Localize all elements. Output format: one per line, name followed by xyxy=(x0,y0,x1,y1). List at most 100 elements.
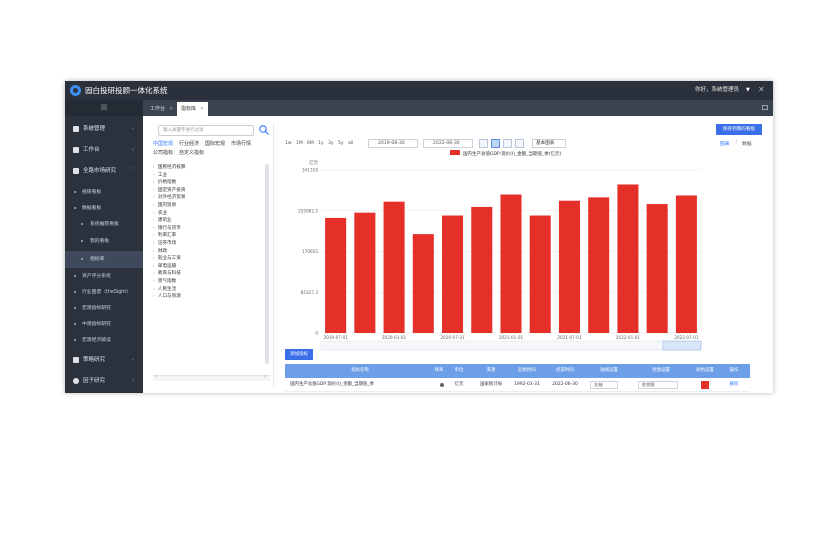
chevron-right-icon: › xyxy=(153,165,155,170)
sidebar-item-market-research[interactable]: 全路市场研究 ˇ xyxy=(65,161,143,181)
tree-node[interactable]: › 农业 xyxy=(153,210,167,217)
range-1w[interactable]: 1w xyxy=(285,141,292,146)
sidebar-item-system[interactable]: 系统管理 ‹ xyxy=(65,119,143,139)
tree-node[interactable]: › 对外经济贸易 xyxy=(153,194,185,201)
sidebar-sub-recommended-board[interactable]: 系统推荐看板 xyxy=(65,216,143,233)
chart-type-select[interactable]: 基本图表 xyxy=(532,139,566,148)
sidebar-sub-label: 宏观指标研究 xyxy=(82,306,111,311)
bullet-icon xyxy=(81,258,83,260)
tree-node[interactable]: › 证券市场 xyxy=(153,240,176,247)
tree-node[interactable]: › 国民经济核算 xyxy=(153,164,185,171)
line-chart-tool-icon[interactable] xyxy=(479,139,488,148)
date-from-input[interactable]: 2019-08-30 xyxy=(368,139,418,148)
tab-industry-economy[interactable]: 行业经济 xyxy=(179,140,199,149)
chevron-right-icon: › xyxy=(153,210,155,216)
sidebar-sub-asset-scoring[interactable]: 资产评分系统 xyxy=(65,268,143,285)
tab-indicator-library[interactable]: 指标库 × xyxy=(177,102,209,116)
tab-workbench[interactable]: 工作台 × xyxy=(150,102,173,116)
window-options-icon[interactable] xyxy=(762,105,768,110)
sidebar-sub-macro-indicator[interactable]: 宏观指标研究 xyxy=(65,300,143,317)
tab-close-icon[interactable]: × xyxy=(169,106,173,112)
date-to-input[interactable]: 2022-06-30 xyxy=(423,139,473,148)
range-5y[interactable]: 5y xyxy=(338,141,344,146)
title-bar: 固白投研投顾一体化系统 你好，系统管理员 ▼ ✕ xyxy=(65,81,773,100)
tab-international-macro[interactable]: 国际宏观 xyxy=(205,140,225,149)
view-data-link[interactable]: 数据 xyxy=(742,140,752,147)
tree-node[interactable]: › 价格指数 xyxy=(153,179,176,186)
sidebar: ||| 系统管理 ‹ 工作台 ‹ 全路市场研究 ˇ 投研看板 数据看板 系统推荐… xyxy=(65,100,143,393)
sidebar-sub-research-board[interactable]: 投研看板 xyxy=(65,184,143,201)
bar-chart-tool-icon[interactable] xyxy=(491,139,500,148)
tab-market-quotes[interactable]: 市场行情 xyxy=(231,140,251,149)
tree-node[interactable]: › 固定资产投资 xyxy=(153,187,185,194)
sidebar-item-workbench[interactable]: 工作台 ‹ xyxy=(65,140,143,160)
range-1m[interactable]: 1M xyxy=(296,141,303,146)
bar xyxy=(529,215,551,333)
tab-close-icon[interactable]: × xyxy=(200,106,204,112)
tree-node[interactable]: › 利率汇率 xyxy=(153,232,176,239)
user-greeting[interactable]: 你好，系统管理员 xyxy=(695,86,739,95)
th-axis: 轴线设置 xyxy=(600,368,618,373)
tree-node[interactable]: › 财政 xyxy=(153,248,167,255)
x-tick-label: 2022-01-01 xyxy=(616,335,641,340)
chevron-left-icon: ‹ xyxy=(132,357,134,363)
tree-node-label: 工业 xyxy=(157,172,168,178)
tree-scrollbar[interactable] xyxy=(265,164,269,364)
scroll-right-icon[interactable]: › xyxy=(264,374,266,380)
sidebar-sub-macro-interpretation[interactable]: 宏观经济解读 xyxy=(65,332,143,349)
tree-node[interactable]: › 教育与科技 xyxy=(153,270,181,277)
close-icon[interactable]: ✕ xyxy=(758,85,765,95)
indicator-tree-panel: 输入关键字进行过滤 中国宏观 行业经济 国际宏观 市场行情 公司指标 自定义指标… xyxy=(149,122,274,387)
chevron-right-icon: › xyxy=(153,195,155,201)
range-3y[interactable]: 3y xyxy=(328,141,334,146)
tree-node[interactable]: › 银行与货币 xyxy=(153,225,181,232)
bar xyxy=(558,200,580,333)
range-6m[interactable]: 6M xyxy=(307,141,314,146)
draw-type-select[interactable]: 柱状图 xyxy=(638,381,678,389)
tree-node[interactable]: › 景气指数 xyxy=(153,278,176,285)
axis-select[interactable]: 左轴 xyxy=(590,381,618,389)
tree-node[interactable]: › 工业 xyxy=(153,172,167,179)
color-picker[interactable] xyxy=(701,381,709,389)
th-draw: 绘图设置 xyxy=(652,368,670,373)
range-all[interactable]: all xyxy=(348,141,353,146)
tree-node[interactable]: › 就业与工资 xyxy=(153,255,181,262)
tab-china-macro[interactable]: 中国宏观 xyxy=(153,140,173,149)
bar xyxy=(442,215,464,333)
save-to-board-button[interactable]: 保存到我的看板 xyxy=(716,124,762,135)
tree-node[interactable]: › 人民生活 xyxy=(153,286,176,293)
tree-node[interactable]: › 建筑业 xyxy=(153,217,172,224)
chevron-left-icon: ‹ xyxy=(132,126,134,132)
legend-swatch xyxy=(450,150,460,155)
x-tick-label: 2021-07-01 xyxy=(557,335,582,340)
delete-link[interactable]: 删除 xyxy=(721,378,747,392)
search-icon[interactable] xyxy=(258,124,270,136)
th-unit: 单位 xyxy=(454,368,464,373)
sidebar-sub-my-board[interactable]: 我的看板 xyxy=(65,233,143,250)
tab-company-indicators[interactable]: 公司指标 xyxy=(153,149,173,158)
tree-node[interactable]: › 邮电运输 xyxy=(153,263,176,270)
tree-node[interactable]: › 国内贸易 xyxy=(153,202,176,209)
area-chart-tool-icon[interactable] xyxy=(503,139,512,148)
sidebar-sub-industry-map[interactable]: 行业图谱（theSight） xyxy=(65,284,143,301)
tree-node[interactable]: › 人口与资源 xyxy=(153,293,181,300)
tree-search-input[interactable]: 输入关键字进行过滤 xyxy=(158,125,254,136)
chevron-right-icon: › xyxy=(153,241,155,246)
sidebar-sub-meso-indicator[interactable]: 中观指标研究 xyxy=(65,316,143,333)
tree-horizontal-scrollbar[interactable]: ‹ › xyxy=(153,374,271,381)
td-start: 1992-03-31 xyxy=(514,382,540,387)
sidebar-collapse-button[interactable]: ||| xyxy=(65,100,143,116)
chevron-left-icon: ‹ xyxy=(132,378,134,384)
bar xyxy=(675,195,697,333)
user-menu-caret-icon[interactable]: ▼ xyxy=(746,86,750,95)
sidebar-item-strategy[interactable]: 策略研究 ‹ xyxy=(65,350,143,370)
sidebar-sub-indicator-library[interactable]: 指标库 xyxy=(65,251,143,268)
table-tool-icon[interactable] xyxy=(515,139,524,148)
scroll-left-icon[interactable]: ‹ xyxy=(155,374,157,380)
add-series-button[interactable]: 添加指标 xyxy=(285,349,313,360)
range-1y[interactable]: 1y xyxy=(318,141,324,146)
sidebar-item-factor[interactable]: 因子研究 ‹ xyxy=(65,371,143,391)
view-chart-link[interactable]: 图表 xyxy=(720,140,730,147)
sidebar-sub-data-board[interactable]: 数据看板 xyxy=(65,200,143,217)
tab-custom-indicators[interactable]: 自定义指标 xyxy=(179,149,204,158)
